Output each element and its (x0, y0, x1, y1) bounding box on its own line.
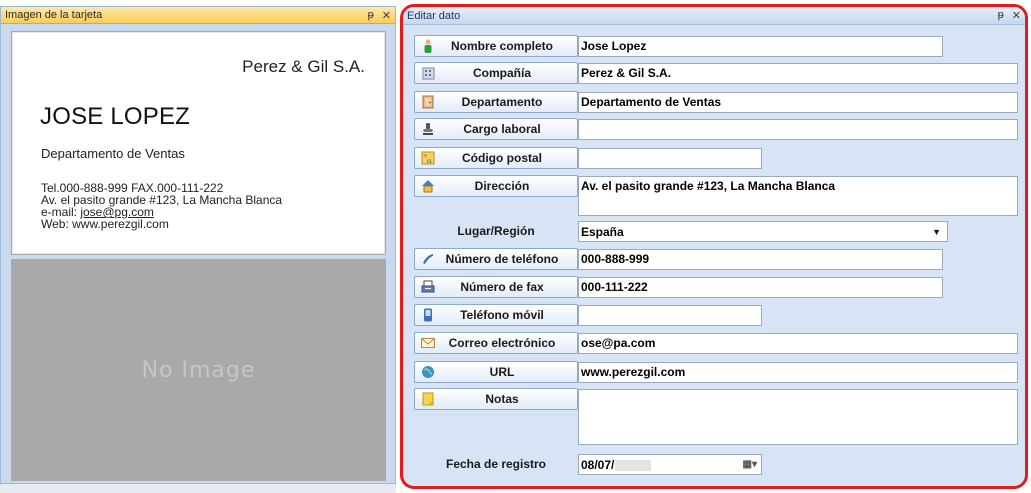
telefono-movil-input[interactable] (578, 305, 762, 326)
postal-icon: 〒 01 (421, 151, 435, 165)
departamento-input[interactable]: Departamento de Ventas (578, 92, 1018, 113)
codigo-postal-label: Código postal (462, 151, 542, 165)
pin-icon[interactable]: ᵽ (368, 9, 374, 22)
url-button[interactable]: URL (414, 361, 578, 383)
bottom-scroll-strip (0, 484, 396, 493)
edit-data-pane: Editar dato ᵽ ✕ Nombre completo Jose Lop… (400, 4, 1028, 489)
telefono-movil-label: Teléfono móvil (460, 308, 544, 322)
card-back-image: No Image (11, 259, 386, 481)
cargo-laboral-label: Cargo laboral (463, 122, 541, 136)
envelope-icon (421, 336, 435, 350)
departamento-button[interactable]: Departamento (414, 91, 578, 113)
redacted-year (615, 459, 652, 471)
fecha-registro-input[interactable]: 08/07/ ▦▾ (578, 454, 762, 475)
card-image-pane-header: Imagen de la tarjeta ᵽ ✕ (1, 7, 395, 24)
numero-fax-label: Número de fax (460, 280, 544, 294)
lugar-region-select[interactable]: España ▼ (578, 221, 948, 242)
close-icon[interactable]: ✕ (1012, 9, 1021, 22)
lugar-region-value: España (581, 224, 624, 239)
door-icon (421, 95, 435, 109)
notas-label: Notas (485, 392, 519, 406)
globe-icon (421, 365, 435, 379)
nombre-completo-input[interactable]: Jose Lopez (578, 36, 943, 57)
codigo-postal-input[interactable] (578, 148, 762, 169)
url-input[interactable]: www.perezgil.com (578, 362, 1018, 383)
numero-telefono-button[interactable]: Número de teléfono (414, 248, 578, 270)
correo-electronico-label: Correo electrónico (448, 336, 556, 350)
card-web: Web: www.perezgil.com (41, 217, 169, 231)
calendar-dropdown-icon[interactable]: ▦▾ (743, 459, 757, 470)
svg-text:01: 01 (427, 159, 433, 164)
notas-input[interactable] (578, 389, 1018, 445)
card-department: Departamento de Ventas (41, 146, 185, 161)
cargo-laboral-input[interactable] (578, 119, 1018, 140)
card-image-pane-title: Imagen de la tarjeta (5, 9, 103, 21)
fecha-registro-label: Fecha de registro (445, 457, 547, 471)
telefono-movil-button[interactable]: Teléfono móvil (414, 304, 578, 326)
numero-fax-button[interactable]: Número de fax (414, 276, 578, 298)
compania-input[interactable]: Perez & Gil S.A. (578, 63, 1018, 84)
fax-icon (421, 280, 435, 294)
correo-electronico-button[interactable]: Correo electrónico (414, 332, 578, 354)
nombre-completo-button[interactable]: Nombre completo (414, 35, 578, 57)
card-contact-block: Tel.000-888-999 FAX.000-111-222 Av. el p… (41, 182, 282, 230)
phone-icon (421, 252, 435, 266)
note-icon (421, 392, 435, 406)
chevron-down-icon[interactable]: ▼ (932, 227, 941, 237)
numero-telefono-input[interactable]: 000-888-999 (578, 249, 943, 270)
business-card-image: Perez & Gil S.A. JOSE LOPEZ Departamento… (11, 31, 386, 255)
edit-data-pane-title: Editar dato (407, 9, 461, 22)
direccion-button[interactable]: Dirección (414, 175, 578, 197)
url-label: URL (489, 365, 515, 379)
no-image-label: No Image (141, 357, 256, 383)
fecha-registro-value: 08/07/ (581, 457, 615, 472)
person-icon (421, 39, 435, 53)
card-company: Perez & Gil S.A. (242, 57, 365, 76)
correo-electronico-input[interactable]: ose@pa.com (578, 333, 1018, 354)
edit-data-pane-header: Editar dato ᵽ ✕ (403, 7, 1025, 25)
stamp-icon (421, 122, 435, 136)
nombre-completo-label: Nombre completo (450, 39, 553, 53)
close-icon[interactable]: ✕ (382, 9, 391, 22)
numero-fax-input[interactable]: 000-111-222 (578, 277, 943, 298)
numero-telefono-label: Número de teléfono (445, 252, 559, 266)
direccion-label: Dirección (474, 179, 530, 193)
codigo-postal-button[interactable]: 〒 01 Código postal (414, 147, 578, 169)
house-icon (421, 179, 435, 193)
compania-label: Compañía (472, 66, 531, 80)
pin-icon[interactable]: ᵽ (998, 9, 1004, 22)
building-icon (421, 66, 435, 80)
lugar-region-label: Lugar/Región (457, 224, 535, 238)
departamento-label: Departamento (461, 95, 543, 109)
mobile-icon (421, 308, 435, 322)
card-image-pane: Imagen de la tarjeta ᵽ ✕ Perez & Gil S.A… (0, 6, 396, 484)
notas-button[interactable]: Notas (414, 388, 578, 410)
card-name: JOSE LOPEZ (40, 103, 191, 130)
compania-button[interactable]: Compañía (414, 62, 578, 84)
cargo-laboral-button[interactable]: Cargo laboral (414, 118, 578, 140)
direccion-input[interactable]: Av. el pasito grande #123, La Mancha Bla… (578, 176, 1018, 216)
